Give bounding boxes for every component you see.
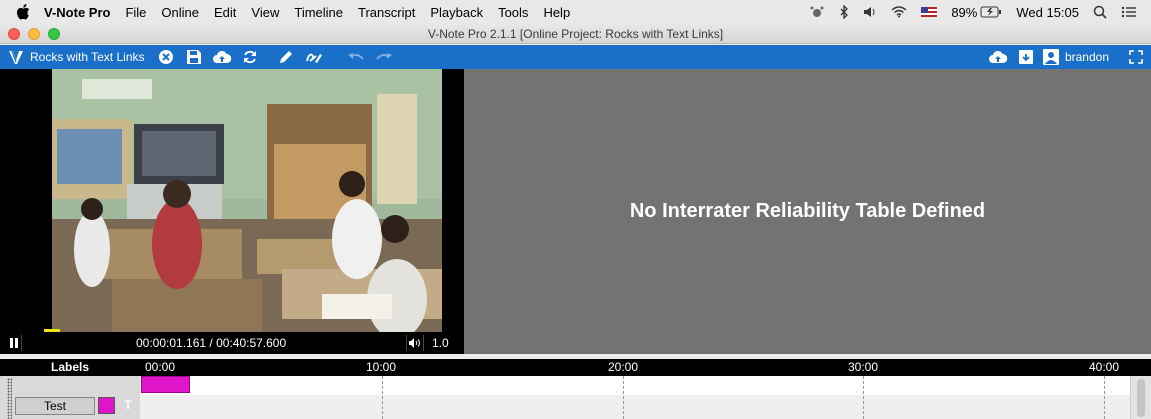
menu-file[interactable]: File — [125, 5, 146, 20]
volume-icon[interactable] — [406, 335, 424, 351]
cloud-upload-icon[interactable] — [211, 47, 233, 67]
timeline-gridline — [382, 376, 383, 419]
window-maximize-button[interactable] — [48, 27, 60, 40]
wifi-icon[interactable] — [891, 6, 907, 18]
track-text-toggle[interactable]: T — [120, 397, 136, 414]
window-controls — [8, 27, 60, 40]
no-table-message: No Interrater Reliability Table Defined — [629, 200, 986, 222]
undo-icon[interactable] — [345, 47, 367, 67]
playback-time: 00:00:01.161 / 00:40:57.600 — [136, 336, 286, 350]
timeline-gridline — [863, 376, 864, 419]
sync-icon[interactable] — [239, 47, 261, 67]
timeline-tick: 20:00 — [608, 360, 639, 374]
track-row[interactable] — [140, 395, 1130, 419]
save-icon[interactable] — [183, 47, 205, 67]
track-label-test[interactable]: Test — [15, 397, 95, 415]
highlighter-icon[interactable] — [303, 47, 325, 67]
timeline-scrollbar[interactable] — [1130, 376, 1151, 419]
cloud-upload-icon[interactable] — [987, 47, 1009, 67]
toolbar-right: brandon — [987, 45, 1151, 69]
close-project-icon[interactable] — [155, 47, 177, 67]
timeline-body: Test T — [0, 376, 1151, 419]
spotlight-search-icon[interactable] — [1093, 5, 1107, 19]
archive-download-icon[interactable] — [1015, 47, 1037, 67]
window-minimize-button[interactable] — [28, 27, 40, 40]
battery-percent: 89% — [951, 4, 978, 20]
battery-status[interactable]: 89% — [951, 5, 1002, 20]
fullscreen-icon[interactable] — [1125, 47, 1147, 67]
pause-button[interactable] — [6, 335, 22, 351]
timeline-tick: 10:00 — [366, 360, 397, 374]
window-close-button[interactable] — [8, 27, 20, 40]
user-menu[interactable]: brandon — [1042, 49, 1109, 65]
track-labels-column: Test T — [0, 376, 140, 419]
menu-app-name[interactable]: V-Note Pro — [44, 5, 110, 20]
labels-column-header: Labels — [50, 360, 89, 374]
bluetooth-icon[interactable] — [839, 5, 849, 19]
macos-menu-bar: V-Note Pro File Online Edit View Timelin… — [0, 0, 1151, 24]
playback-controls: 00:00:01.161 / 00:40:57.600 1.0 — [0, 332, 464, 354]
clock[interactable]: Wed 15:05 — [1016, 5, 1079, 20]
activity-icon[interactable] — [809, 5, 825, 19]
window-title: V-Note Pro 2.1.1 [Online Project: Rocks … — [427, 26, 724, 41]
app-toolbar: Rocks with Text Links brandon — [0, 45, 1151, 69]
interrater-panel: No Interrater Reliability Table Defined — [464, 69, 1151, 354]
video-frame[interactable] — [52, 69, 442, 332]
total-time: / 00:40:57.600 — [209, 336, 287, 350]
vnote-logo-icon[interactable] — [8, 49, 24, 65]
menu-edit[interactable]: Edit — [214, 5, 236, 20]
current-time: 00:00:01.161 — [136, 336, 207, 350]
us-flag-icon[interactable] — [921, 7, 938, 17]
menu-timeline[interactable]: Timeline — [294, 5, 343, 20]
menu-extras: 89% Wed 15:05 — [809, 0, 1151, 24]
timeline-header: Labels 00:00 10:00 20:00 30:00 40:00 — [0, 359, 1151, 376]
classroom-video-image — [52, 69, 442, 332]
pen-icon[interactable] — [275, 47, 297, 67]
menu-view[interactable]: View — [251, 5, 279, 20]
menu-transcript[interactable]: Transcript — [358, 5, 415, 20]
timeline-gridline — [1104, 376, 1105, 419]
track-color-swatch[interactable] — [98, 397, 115, 414]
volume-icon[interactable] — [863, 6, 877, 18]
user-icon — [1042, 49, 1059, 65]
timeline-tick: 30:00 — [848, 360, 879, 374]
timeline-gridline — [623, 376, 624, 419]
menu-help[interactable]: Help — [543, 5, 570, 20]
notification-center-icon[interactable] — [1121, 6, 1137, 18]
apple-icon[interactable] — [16, 4, 30, 20]
timeline-tick: 40:00 — [1089, 360, 1120, 374]
project-name[interactable]: Rocks with Text Links — [30, 50, 145, 64]
scrollbar-thumb[interactable] — [1137, 379, 1145, 417]
video-panel: 00:00:01.161 / 00:40:57.600 1.0 — [0, 69, 464, 354]
menu-tools[interactable]: Tools — [498, 5, 528, 20]
drag-handle[interactable] — [7, 378, 12, 419]
window-title-bar: V-Note Pro 2.1.1 [Online Project: Rocks … — [0, 24, 1151, 44]
battery-icon — [980, 6, 1002, 18]
timeline-tick: 00:00 — [145, 360, 176, 374]
username: brandon — [1064, 50, 1109, 64]
menu-online[interactable]: Online — [161, 5, 199, 20]
redo-icon[interactable] — [373, 47, 395, 67]
menu-playback[interactable]: Playback — [430, 5, 483, 20]
timeline-event-block[interactable] — [141, 376, 190, 393]
playback-speed[interactable]: 1.0 — [432, 336, 449, 350]
